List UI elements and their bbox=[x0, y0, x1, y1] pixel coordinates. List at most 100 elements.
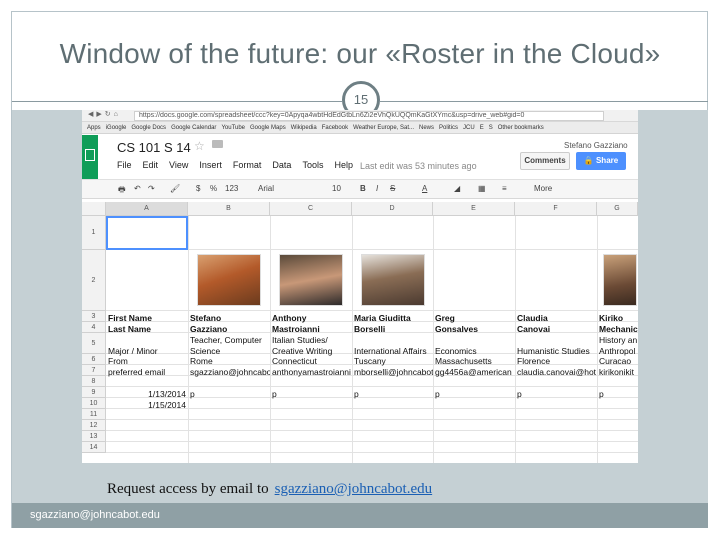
row-header[interactable]: 4 bbox=[82, 322, 106, 333]
print-icon[interactable]: 🖶 bbox=[118, 184, 126, 198]
menu-item-format[interactable]: Format bbox=[233, 160, 262, 170]
select-all-corner[interactable] bbox=[82, 202, 106, 216]
url-field[interactable]: https://docs.google.com/spreadsheet/ccc?… bbox=[134, 111, 604, 121]
cell-g6[interactable]: Curacao bbox=[597, 356, 638, 366]
cell-a6[interactable]: From bbox=[106, 356, 188, 366]
row-header[interactable]: 1 bbox=[82, 216, 106, 250]
menu-item-edit[interactable]: Edit bbox=[143, 160, 159, 170]
currency-button[interactable]: $ bbox=[196, 184, 200, 193]
bookmark-item[interactable]: S bbox=[489, 122, 493, 133]
column-header-g[interactable]: G bbox=[597, 202, 638, 216]
menu-item-insert[interactable]: Insert bbox=[199, 160, 222, 170]
cell-e3[interactable]: Greg bbox=[433, 313, 515, 323]
row-header[interactable]: 8 bbox=[82, 376, 106, 387]
bookmark-item[interactable]: Facebook bbox=[322, 122, 348, 133]
bookmark-item[interactable]: YouTube bbox=[221, 122, 245, 133]
bookmark-item[interactable]: Other bookmarks bbox=[498, 122, 544, 133]
comments-button[interactable]: Comments bbox=[520, 152, 570, 170]
cell-e5[interactable]: Economics bbox=[433, 346, 515, 356]
cell-e7[interactable]: gg4456a@american bbox=[433, 367, 515, 377]
document-title[interactable]: CS 101 S 14 bbox=[117, 140, 191, 155]
cell-a4[interactable]: Last Name bbox=[106, 324, 188, 334]
star-icon[interactable]: ☆ bbox=[194, 139, 205, 153]
cell-f4[interactable]: Canovai bbox=[515, 324, 597, 334]
menu-item-view[interactable]: View bbox=[169, 160, 188, 170]
bookmark-item[interactable]: iGoogle bbox=[106, 122, 127, 133]
cell-a10[interactable]: 1/15/2014 bbox=[106, 400, 188, 410]
cell-b5[interactable]: Science bbox=[188, 346, 270, 356]
column-header-a[interactable]: A bbox=[106, 202, 188, 216]
menu-item-help[interactable]: Help bbox=[334, 160, 353, 170]
bookmark-item[interactable]: E bbox=[480, 122, 484, 133]
selected-cell-a1[interactable] bbox=[106, 216, 188, 250]
cell-c3[interactable]: Anthony bbox=[270, 313, 352, 323]
cell-c9[interactable]: p bbox=[270, 389, 352, 399]
bold-button[interactable]: B bbox=[360, 184, 366, 193]
cell-e4[interactable]: Gonsalves bbox=[433, 324, 515, 334]
cell-d3[interactable]: Maria Giuditta bbox=[352, 313, 433, 323]
number-format-button[interactable]: 123 bbox=[225, 184, 238, 193]
bookmark-item[interactable]: Google Docs bbox=[131, 122, 166, 133]
cell-d9[interactable]: p bbox=[352, 389, 433, 399]
cell-g5[interactable]: Anthropol bbox=[597, 346, 638, 356]
request-email-link[interactable]: sgazziano@johncabot.edu bbox=[275, 481, 433, 497]
row-header[interactable]: 14 bbox=[82, 442, 106, 453]
menu-item-data[interactable]: Data bbox=[272, 160, 291, 170]
cell-g9[interactable]: p bbox=[597, 389, 638, 399]
more-button[interactable]: More bbox=[534, 184, 552, 193]
cell-e6[interactable]: Massachusetts bbox=[433, 356, 515, 366]
cell-b9[interactable]: p bbox=[188, 389, 270, 399]
cell-b7[interactable]: sgazziano@johncabot bbox=[188, 367, 270, 377]
strikethrough-button[interactable]: S bbox=[390, 184, 395, 193]
cell-c6[interactable]: Connecticut bbox=[270, 356, 352, 366]
cell-c4[interactable]: Mastroianni bbox=[270, 324, 352, 334]
cell-c7[interactable]: anthonyamastroianni bbox=[270, 367, 352, 377]
row-header[interactable]: 13 bbox=[82, 431, 106, 442]
cell-f7[interactable]: claudia.canovai@hot bbox=[515, 367, 597, 377]
redo-icon[interactable]: ↷ bbox=[148, 184, 155, 193]
cell-d5[interactable]: International Affairs bbox=[352, 346, 433, 356]
folder-icon[interactable] bbox=[212, 140, 223, 148]
cell-g7[interactable]: kirikonikit bbox=[597, 367, 638, 377]
cell-g5[interactable]: History an bbox=[597, 335, 638, 345]
percent-button[interactable]: % bbox=[210, 184, 217, 193]
user-name[interactable]: Stefano Gazziano bbox=[564, 141, 628, 150]
cell-b3[interactable]: Stefano bbox=[188, 313, 270, 323]
row-header[interactable]: 2 bbox=[82, 250, 106, 311]
italic-button[interactable]: I bbox=[376, 184, 378, 193]
cell-a3[interactable]: First Name bbox=[106, 313, 188, 323]
last-edit-status[interactable]: Last edit was 53 minutes ago bbox=[360, 161, 477, 171]
bookmark-item[interactable]: Wikipedia bbox=[291, 122, 317, 133]
cell-e9[interactable]: p bbox=[433, 389, 515, 399]
cell-f6[interactable]: Florence bbox=[515, 356, 597, 366]
sheets-logo-icon[interactable] bbox=[82, 135, 98, 179]
paint-format-icon[interactable]: 🖌 bbox=[170, 184, 180, 193]
row-header[interactable]: 5 bbox=[82, 333, 106, 354]
bookmark-item[interactable]: Apps bbox=[87, 122, 101, 133]
bookmark-item[interactable]: JCU bbox=[463, 122, 475, 133]
column-header-f[interactable]: F bbox=[515, 202, 597, 216]
bookmark-item[interactable]: News bbox=[419, 122, 434, 133]
row-header[interactable]: 11 bbox=[82, 409, 106, 420]
row-header[interactable]: 7 bbox=[82, 365, 106, 376]
column-header-b[interactable]: B bbox=[188, 202, 270, 216]
bookmark-item[interactable]: Google Calendar bbox=[171, 122, 216, 133]
cell-f9[interactable]: p bbox=[515, 389, 597, 399]
cell-b4[interactable]: Gazziano bbox=[188, 324, 270, 334]
cell-b6[interactable]: Rome bbox=[188, 356, 270, 366]
row-header[interactable]: 3 bbox=[82, 311, 106, 322]
cell-d7[interactable]: mborselli@johncabot bbox=[352, 367, 433, 377]
undo-icon[interactable]: ↶ bbox=[134, 184, 141, 193]
browser-nav-icons[interactable]: ◀▶↻⌂ bbox=[88, 110, 121, 118]
menu-item-file[interactable]: File bbox=[117, 160, 132, 170]
cell-c5[interactable]: Creative Writing bbox=[270, 346, 352, 356]
cell-a7[interactable]: preferred email bbox=[106, 367, 188, 377]
font-size-select[interactable]: 10 bbox=[332, 184, 341, 193]
cell-f5[interactable]: Humanistic Studies bbox=[515, 346, 597, 356]
cell-g3[interactable]: Kiriko bbox=[597, 313, 638, 323]
cell-a5[interactable]: Major / Minor bbox=[106, 346, 188, 356]
column-header-d[interactable]: D bbox=[352, 202, 433, 216]
cell-d6[interactable]: Tuscany bbox=[352, 356, 433, 366]
fill-color-icon[interactable]: ◢ bbox=[454, 184, 460, 193]
cell-c5[interactable]: Italian Studies/ bbox=[270, 335, 352, 345]
